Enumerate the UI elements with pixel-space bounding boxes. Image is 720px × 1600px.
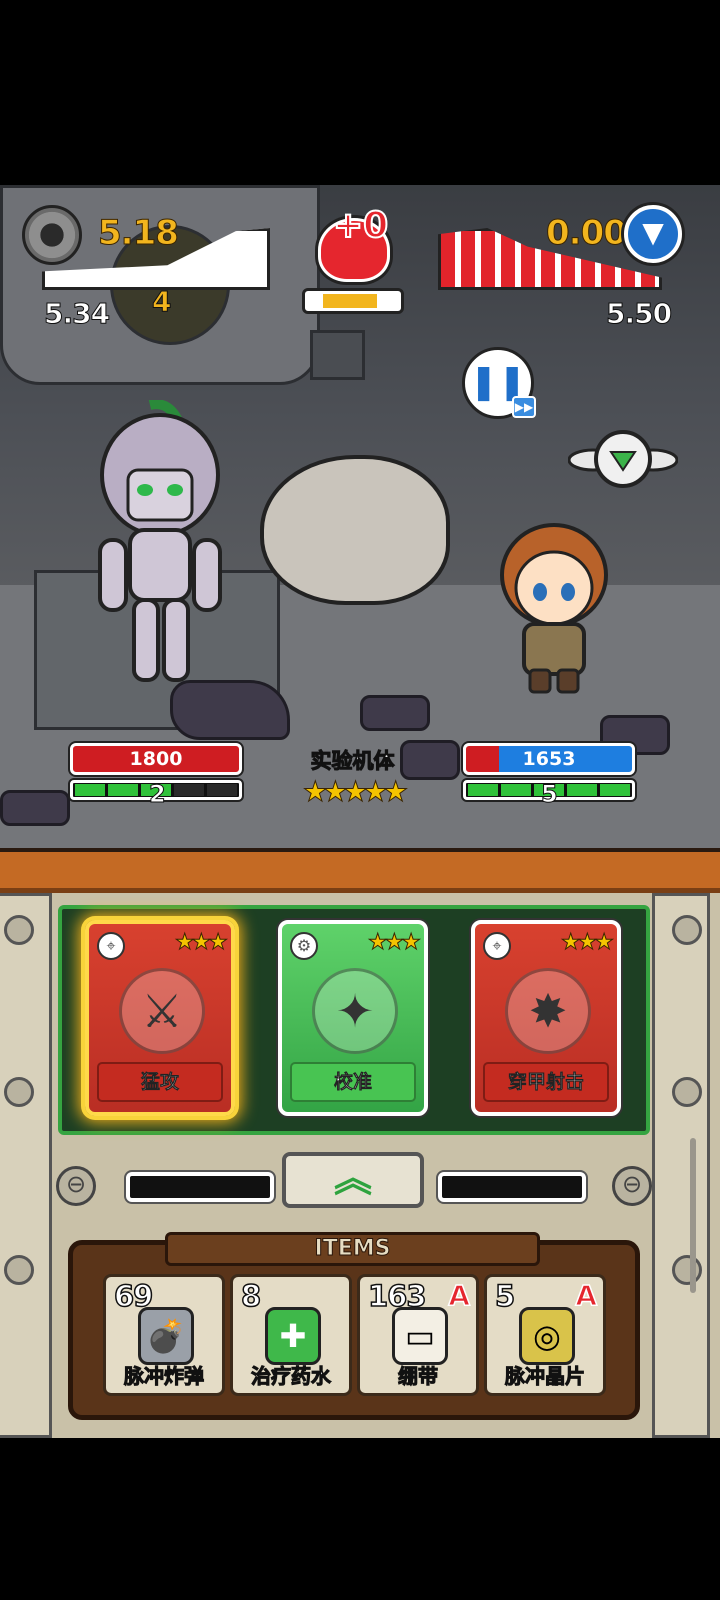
skull-progress-bar <box>302 288 404 314</box>
energy-segment <box>174 784 204 796</box>
item-count: 8 <box>240 1278 262 1314</box>
claw-icon: ⚔ <box>119 968 205 1054</box>
skill-card[interactable]: ⚙ ★★★ ✦ 校准 <box>278 920 428 1116</box>
left-bottom-value: 5.34 <box>43 297 110 331</box>
item-slot[interactable]: 💣 69 脉冲炸弹 <box>103 1274 225 1396</box>
pulse-bomb-icon: 💣 <box>138 1307 194 1365</box>
item-count: 5 <box>494 1278 516 1314</box>
card-stars: ★★★ <box>560 930 614 956</box>
left-top-value: 5.18 <box>98 213 180 254</box>
card-label: 校准 <box>290 1062 416 1102</box>
item-grade: A <box>448 1278 471 1313</box>
cannon-icon: ✦ <box>312 968 398 1054</box>
chevron-up-icon[interactable]: ︽ <box>282 1152 424 1208</box>
card-label: 穿甲射击 <box>483 1062 609 1102</box>
player-hp-bar: 1653 <box>463 743 635 775</box>
bolt <box>672 1255 702 1285</box>
panel-divider <box>0 848 720 894</box>
scrollbar[interactable] <box>690 1138 696 1293</box>
skill-card[interactable]: ⌖ ★★★ ✸ 穿甲射击 <box>471 920 621 1116</box>
fast-forward-icon[interactable]: ▶▶ <box>512 396 536 418</box>
target-icon: ⌖ <box>97 932 125 960</box>
item-count: 69 <box>113 1278 154 1314</box>
energy-segment <box>600 784 630 796</box>
card-label: 猛攻 <box>97 1062 223 1102</box>
left-knob: ⊖ <box>56 1166 96 1206</box>
energy-segment <box>468 784 498 796</box>
item-label: 脉冲晶片 <box>505 1364 586 1389</box>
energy-segment <box>108 784 138 796</box>
right-pillar <box>652 893 710 1438</box>
heal-potion-icon: ✚ <box>265 1307 321 1365</box>
bolt <box>4 1255 34 1285</box>
skull-progress-fill <box>323 294 377 308</box>
items-title: ITEMS <box>314 1236 391 1262</box>
enemy-robot-sprite <box>98 400 222 682</box>
target-icon: ⌖ <box>483 932 511 960</box>
item-slot[interactable]: ◎ 5 A 脉冲晶片 <box>484 1274 606 1396</box>
energy-segment <box>567 784 597 796</box>
wave-number: 4 <box>151 285 172 319</box>
settings-gear-icon[interactable] <box>22 205 82 265</box>
item-slot[interactable]: ✚ 8 治疗药水 <box>230 1274 352 1396</box>
rock-burst-icon: ✸ <box>505 968 591 1054</box>
energy-segment <box>501 784 531 796</box>
broken-pod-sprite <box>260 455 450 605</box>
bolt <box>672 915 702 945</box>
player-energy-count: 5 <box>541 780 559 809</box>
card-stars: ★★★ <box>174 930 228 956</box>
left-pillar <box>0 893 52 1438</box>
bolt <box>4 915 34 945</box>
energy-segment <box>207 784 237 796</box>
right-bottom-value: 5.50 <box>605 297 672 331</box>
card-stars: ★★★ <box>367 930 421 956</box>
skill-card[interactable]: ⌖ ★★★ ⚔ 猛攻 <box>85 920 235 1116</box>
item-grade: A <box>575 1278 598 1313</box>
bolt <box>672 1077 702 1107</box>
item-label: 治疗药水 <box>251 1364 332 1389</box>
item-label: 脉冲炸弹 <box>124 1364 205 1389</box>
left-slot <box>126 1172 274 1202</box>
right-knob: ⊖ <box>612 1166 652 1206</box>
right-slot <box>438 1172 586 1202</box>
bandage-icon: ▭ <box>392 1307 448 1365</box>
enemy-rating-stars: ★★★★★ <box>302 775 409 809</box>
gear-icon: ⚙ <box>290 932 318 960</box>
item-count: 163 <box>367 1278 427 1314</box>
bolt <box>4 1077 34 1107</box>
pulse-chip-icon: ◎ <box>519 1307 575 1365</box>
skull-value: +0 <box>332 204 389 247</box>
item-label: 绷带 <box>398 1364 439 1389</box>
drone-sprite <box>568 430 678 488</box>
right-top-value: 0.00 <box>546 213 628 254</box>
chevron-down-icon[interactable]: ▼ <box>624 205 682 263</box>
item-slot[interactable]: ▭ 163 A 绷带 <box>357 1274 479 1396</box>
energy-segment <box>75 784 105 796</box>
player-character-sprite <box>500 523 608 694</box>
enemy-energy-count: 2 <box>149 780 167 809</box>
